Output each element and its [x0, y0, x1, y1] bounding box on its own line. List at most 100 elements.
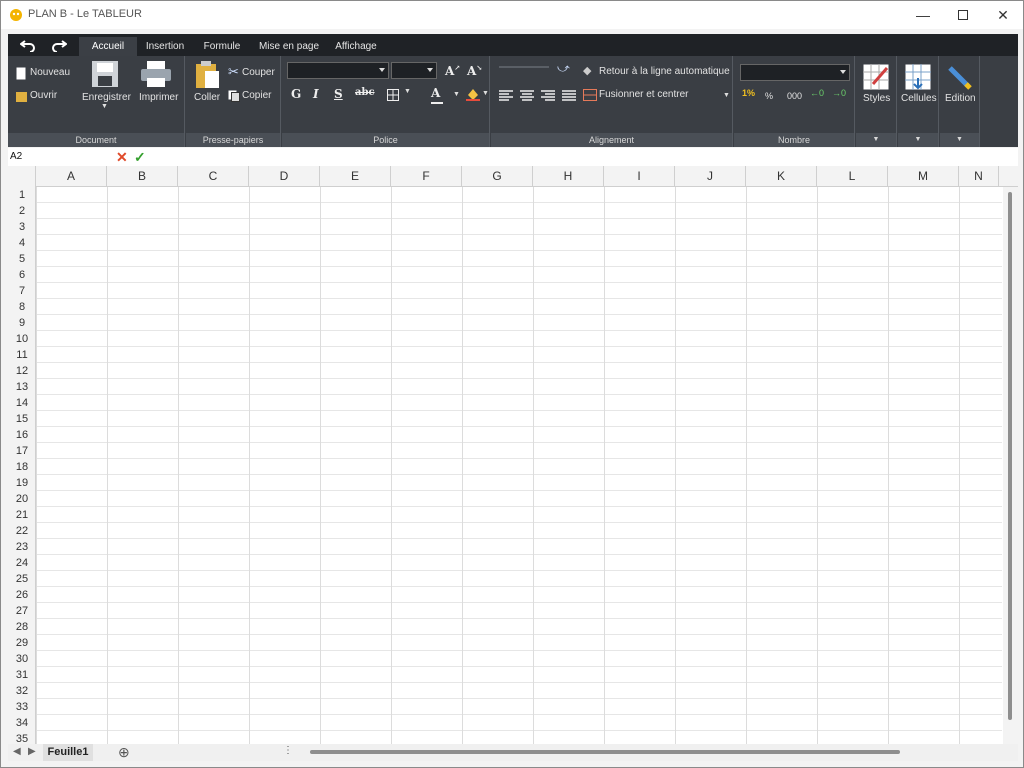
bold-button[interactable]: G — [291, 87, 301, 101]
tab-affichage[interactable]: Affichage — [328, 37, 384, 56]
font-grow-button[interactable]: A↗ — [445, 63, 460, 78]
row-header-35[interactable]: 35 — [8, 731, 36, 744]
split-handle-icon[interactable]: ⋮ — [283, 745, 293, 756]
row-header-5[interactable]: 5 — [8, 251, 36, 267]
percent-format-button[interactable]: % — [765, 91, 773, 101]
row-header-6[interactable]: 6 — [8, 267, 36, 283]
row-header-8[interactable]: 8 — [8, 299, 36, 315]
row-header-23[interactable]: 23 — [8, 539, 36, 555]
row-header-14[interactable]: 14 — [8, 395, 36, 411]
tab-mise-en-page[interactable]: Mise en page — [252, 37, 326, 56]
row-header-26[interactable]: 26 — [8, 587, 36, 603]
edition-dropdown-icon[interactable]: ▼ — [940, 133, 979, 147]
row-header-28[interactable]: 28 — [8, 619, 36, 635]
tab-insertion[interactable]: Insertion — [138, 37, 192, 56]
minimize-button[interactable]: — — [903, 1, 943, 29]
row-header-13[interactable]: 13 — [8, 379, 36, 395]
increase-decimal-icon[interactable]: →0 — [832, 88, 846, 98]
styles-button[interactable]: Styles — [858, 64, 895, 106]
tab-accueil[interactable]: Accueil — [79, 37, 137, 56]
enregistrer-button[interactable]: Enregistrer ▼ — [80, 60, 131, 115]
vertical-scrollbar[interactable] — [1003, 187, 1018, 744]
row-header-33[interactable]: 33 — [8, 699, 36, 715]
redo-button[interactable] — [48, 36, 70, 54]
row-header-24[interactable]: 24 — [8, 555, 36, 571]
column-header-g[interactable]: G — [462, 166, 533, 187]
row-header-29[interactable]: 29 — [8, 635, 36, 651]
row-header-19[interactable]: 19 — [8, 475, 36, 491]
row-header-27[interactable]: 27 — [8, 603, 36, 619]
row-header-22[interactable]: 22 — [8, 523, 36, 539]
vertical-align-icons[interactable] — [499, 66, 549, 68]
row-header-3[interactable]: 3 — [8, 219, 36, 235]
underline-button[interactable]: S — [334, 87, 343, 101]
row-header-15[interactable]: 15 — [8, 411, 36, 427]
vertical-scroll-thumb[interactable] — [1008, 192, 1012, 720]
column-header-d[interactable]: D — [249, 166, 320, 187]
cellules-dropdown-icon[interactable]: ▼ — [898, 133, 938, 147]
copier-button[interactable]: Copier — [228, 89, 278, 103]
edition-button[interactable]: Edition — [940, 64, 980, 106]
row-header-10[interactable]: 10 — [8, 331, 36, 347]
cellules-button[interactable]: Cellules — [898, 64, 939, 106]
ouvrir-button[interactable]: Ouvrir — [16, 89, 71, 105]
column-header-h[interactable]: H — [533, 166, 604, 187]
row-header-34[interactable]: 34 — [8, 715, 36, 731]
row-header-12[interactable]: 12 — [8, 363, 36, 379]
select-all-corner[interactable] — [8, 166, 36, 187]
strikethrough-button[interactable]: abc — [355, 87, 375, 98]
row-header-2[interactable]: 2 — [8, 203, 36, 219]
font-name-select[interactable] — [287, 62, 389, 79]
horizontal-scroll-thumb[interactable] — [310, 750, 900, 754]
formula-input[interactable] — [153, 148, 1018, 166]
row-header-30[interactable]: 30 — [8, 651, 36, 667]
column-header-f[interactable]: F — [391, 166, 462, 187]
cell-area[interactable] — [36, 187, 1002, 744]
column-header-e[interactable]: E — [320, 166, 391, 187]
add-sheet-icon[interactable]: ⊕ — [118, 744, 130, 761]
row-header-7[interactable]: 7 — [8, 283, 36, 299]
row-header-25[interactable]: 25 — [8, 571, 36, 587]
imprimer-button[interactable]: Imprimer — [138, 60, 178, 103]
undo-button[interactable] — [17, 36, 39, 54]
nouveau-button[interactable]: Nouveau — [16, 66, 76, 82]
align-justify-icon[interactable] — [562, 90, 576, 101]
row-header-17[interactable]: 17 — [8, 443, 36, 459]
row-header-31[interactable]: 31 — [8, 667, 36, 683]
number-format-select[interactable] — [740, 64, 850, 81]
row-header-1[interactable]: 1 — [8, 187, 36, 203]
font-size-select[interactable] — [391, 62, 437, 79]
wrap-text-button[interactable]: ◆ Retour à la ligne automatique — [583, 65, 731, 80]
column-header-l[interactable]: L — [817, 166, 888, 187]
tab-formule[interactable]: Formule — [194, 37, 250, 56]
decrease-decimal-icon[interactable]: ←0 — [810, 88, 824, 98]
column-header-b[interactable]: B — [107, 166, 178, 187]
horizontal-scrollbar[interactable] — [293, 745, 1003, 759]
align-left-icon[interactable] — [499, 90, 513, 101]
column-header-m[interactable]: M — [888, 166, 959, 187]
couper-button[interactable]: ✂ Couper — [228, 64, 278, 80]
column-header-j[interactable]: J — [675, 166, 746, 187]
sheet-tab[interactable]: Feuille1 — [43, 744, 93, 761]
row-header-32[interactable]: 32 — [8, 683, 36, 699]
column-header-a[interactable]: A — [36, 166, 107, 187]
prev-sheet-icon[interactable]: ◀ — [13, 746, 21, 757]
row-header-11[interactable]: 11 — [8, 347, 36, 363]
font-color-button[interactable]: A — [431, 86, 445, 104]
fill-color-button[interactable]: ▼ — [466, 87, 489, 104]
row-header-18[interactable]: 18 — [8, 459, 36, 475]
column-header-n[interactable]: N — [959, 166, 999, 187]
cancel-icon[interactable]: ✕ — [116, 149, 128, 166]
align-center-icon[interactable] — [520, 90, 534, 101]
italic-button[interactable]: I — [313, 87, 319, 101]
currency-format-icon[interactable]: 1% — [742, 88, 755, 98]
row-header-4[interactable]: 4 — [8, 235, 36, 251]
align-right-icon[interactable] — [541, 90, 555, 101]
orientation-icon[interactable]: ⤻ — [557, 61, 570, 76]
close-button[interactable]: ✕ — [983, 1, 1023, 29]
row-header-9[interactable]: 9 — [8, 315, 36, 331]
row-header-16[interactable]: 16 — [8, 427, 36, 443]
row-header-20[interactable]: 20 — [8, 491, 36, 507]
column-header-c[interactable]: C — [178, 166, 249, 187]
row-header-21[interactable]: 21 — [8, 507, 36, 523]
